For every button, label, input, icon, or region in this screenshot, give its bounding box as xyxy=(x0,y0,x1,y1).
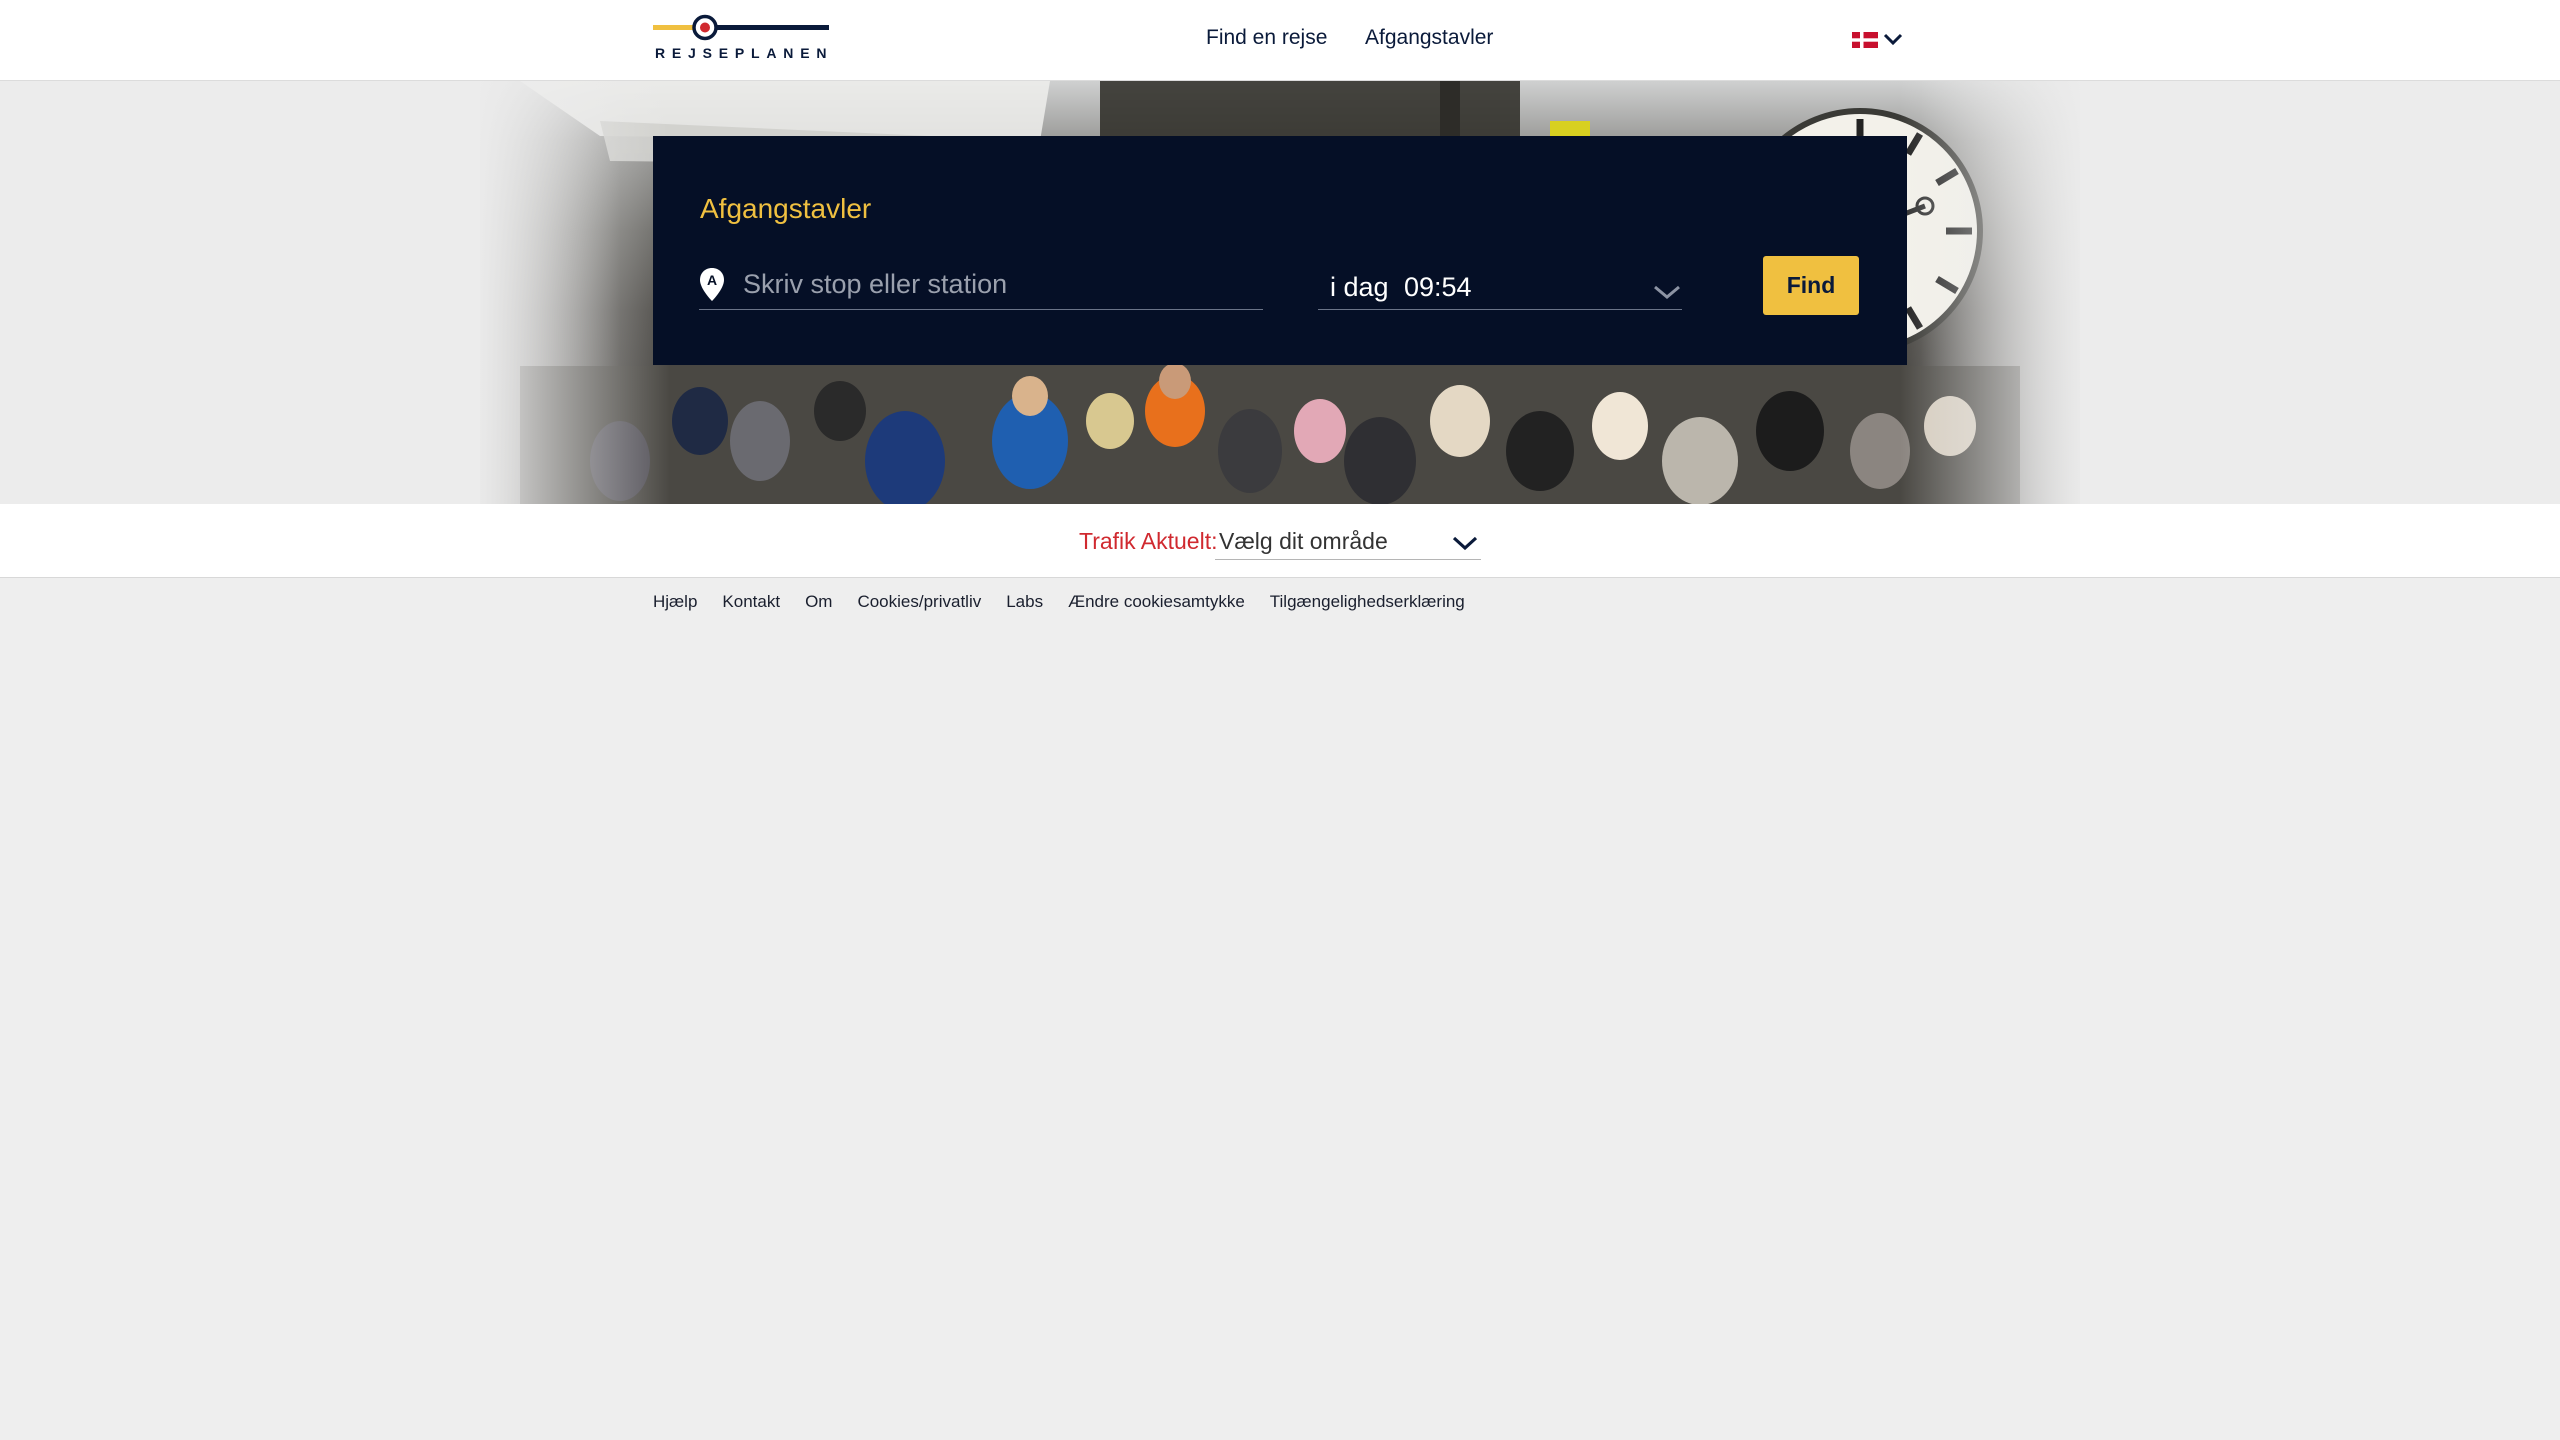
footer-link-kontakt[interactable]: Kontakt xyxy=(722,592,780,614)
footer-link-change-cookie-consent[interactable]: Ændre cookiesamtykke xyxy=(1068,592,1245,614)
svg-text:A: A xyxy=(707,272,717,288)
traffic-label: Trafik Aktuelt: xyxy=(1079,528,1218,554)
area-select[interactable]: Vælg dit område xyxy=(1215,522,1481,560)
time-value: 09:54 xyxy=(1404,272,1472,302)
danish-flag-icon xyxy=(1852,32,1878,48)
footer-link-accessibility[interactable]: Tilgængelighedserklæring xyxy=(1270,592,1465,614)
language-selector[interactable] xyxy=(1852,30,1908,50)
area-select-value: Vælg dit område xyxy=(1219,528,1388,554)
footer-link-om[interactable]: Om xyxy=(805,592,832,614)
departure-search-panel: Afgangstavler A i dag 09:54 Find xyxy=(653,136,1907,365)
site-header: REJSEPLANEN Find en rejse Afgangstavler xyxy=(0,0,2560,81)
date-time-selector[interactable]: i dag 09:54 xyxy=(1318,260,1682,310)
footer-link-hjaelp[interactable]: Hjælp xyxy=(653,592,697,614)
find-button[interactable]: Find xyxy=(1763,256,1859,315)
location-a-icon: A xyxy=(700,268,724,301)
panel-title: Afgangstavler xyxy=(700,193,872,224)
footer-link-cookies[interactable]: Cookies/privatliv xyxy=(857,592,981,614)
nav-find-en-rejse[interactable]: Find en rejse xyxy=(1206,26,1327,50)
nav-afgangstavler[interactable]: Afgangstavler xyxy=(1365,26,1493,50)
traffic-bar: Trafik Aktuelt: Vælg dit område xyxy=(0,504,2560,578)
logo-text: REJSEPLANEN xyxy=(655,45,834,61)
chevron-down-icon xyxy=(1883,33,1903,46)
chevron-down-icon xyxy=(1452,536,1478,551)
logo-mark xyxy=(653,14,829,41)
day-value: i dag xyxy=(1330,272,1389,302)
hero-banner: Afgangstavler A i dag 09:54 Find xyxy=(0,81,2560,504)
stop-input[interactable] xyxy=(699,260,1263,310)
rejseplanen-logo[interactable]: REJSEPLANEN xyxy=(653,12,829,62)
footer-link-labs[interactable]: Labs xyxy=(1006,592,1043,614)
footer-links: Hjælp Kontakt Om Cookies/privatliv Labs … xyxy=(653,592,1490,614)
chevron-down-icon xyxy=(1654,285,1680,299)
